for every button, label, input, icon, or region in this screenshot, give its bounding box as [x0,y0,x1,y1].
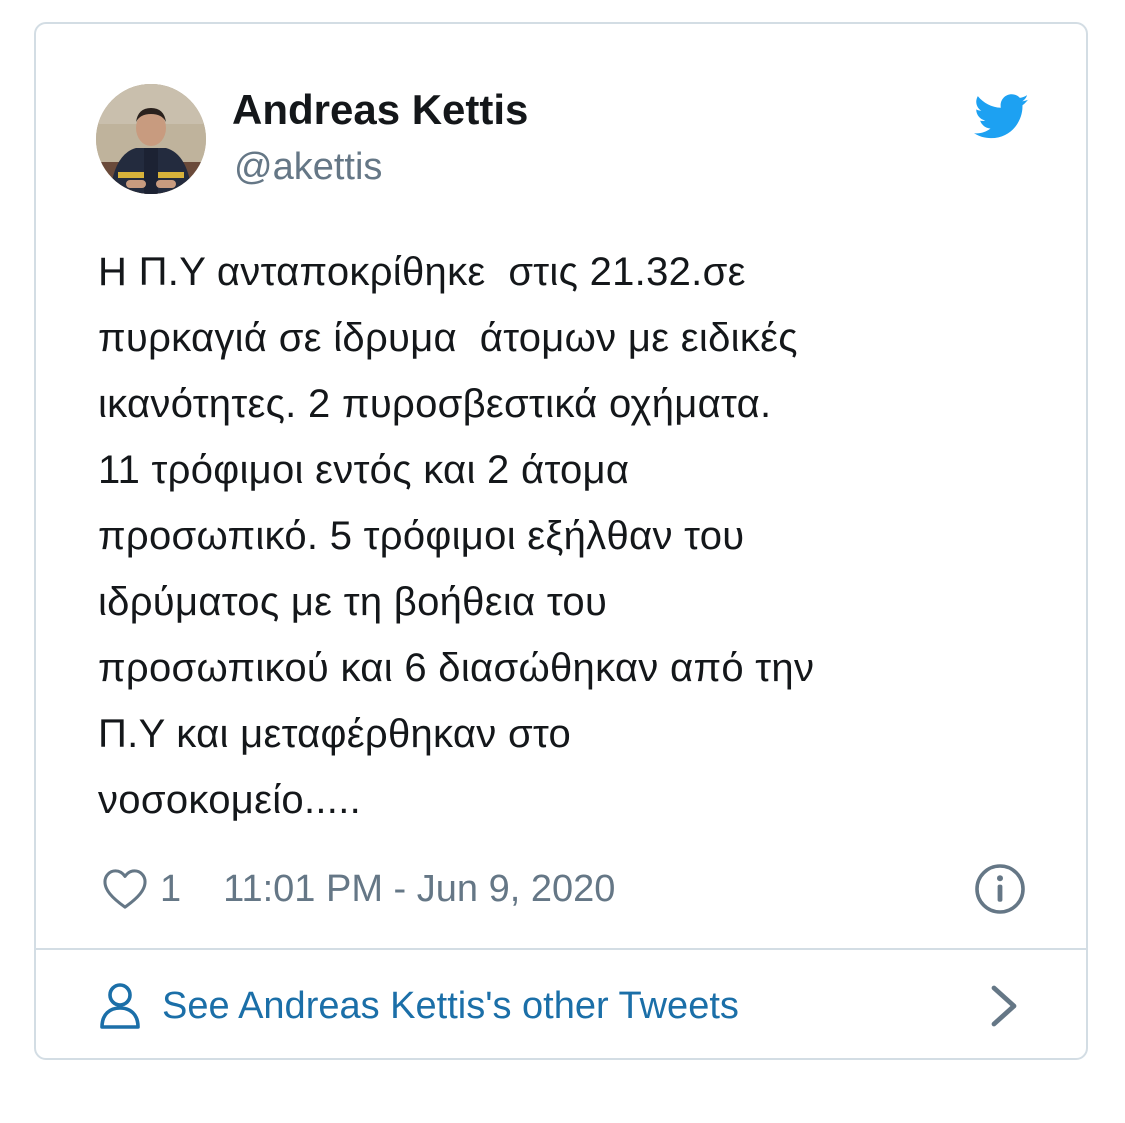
tweet-card: Andreas Kettis @akettis Η Π.Υ ανταποκρίθ… [34,22,1088,1060]
chevron-right-icon[interactable] [990,984,1018,1028]
tweet-timestamp[interactable]: 11:01 PM - Jun 9, 2020 [223,868,615,911]
tweet-meta: 1 11:01 PM - Jun 9, 2020 [102,864,615,914]
see-other-tweets-label[interactable]: See Andreas Kettis's other Tweets [162,985,739,1028]
tweet-text: Η Π.Υ ανταποκρίθηκε στις 21.32.σε πυρκαγ… [98,250,815,822]
see-other-tweets-link[interactable]: See Andreas Kettis's other Tweets [98,974,739,1038]
heart-icon[interactable] [102,868,148,910]
author-handle[interactable]: @akettis [234,146,382,189]
info-icon[interactable] [974,863,1026,915]
person-icon [100,983,140,1029]
avatar-photo [96,84,206,194]
like-count[interactable]: 1 [160,868,181,911]
avatar[interactable] [96,84,206,194]
author-name[interactable]: Andreas Kettis [232,86,528,134]
divider [36,948,1086,950]
twitter-bird-icon[interactable] [974,94,1030,140]
